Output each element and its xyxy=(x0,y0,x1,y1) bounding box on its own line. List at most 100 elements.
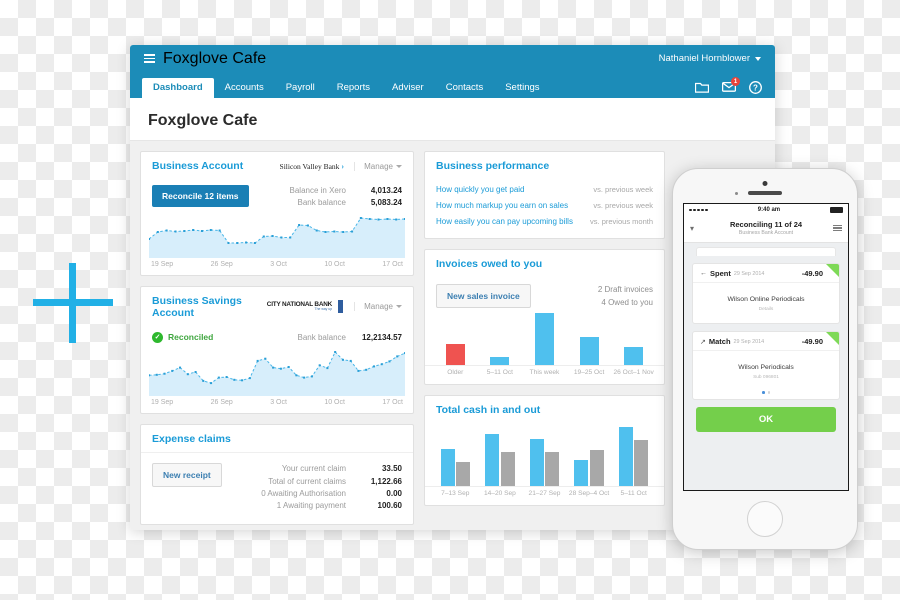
invoices-bar-chart xyxy=(425,310,664,366)
claim-value: 0.00 xyxy=(386,488,402,498)
tab-accounts[interactable]: Accounts xyxy=(214,78,275,99)
app-header: Foxglove Cafe Nathaniel Hornblower Dashb… xyxy=(130,45,775,98)
list-menu-icon[interactable] xyxy=(828,224,842,232)
new-receipt-button[interactable]: New receipt xyxy=(152,463,222,488)
balance-value: 5,083.24 xyxy=(370,198,402,208)
envelope-icon[interactable]: 1 xyxy=(722,77,740,94)
transaction-card-match[interactable]: ↗ Match 29 Sep 2014 -49.90 Wilson Period… xyxy=(692,331,840,400)
bank-logo-mark xyxy=(337,300,345,314)
ok-button[interactable]: OK xyxy=(696,406,836,432)
sensor-icon xyxy=(735,192,738,195)
folder-icon[interactable] xyxy=(695,81,709,94)
performance-comparison: vs. previous week xyxy=(593,184,653,194)
transaction-reference: Sub 096801 xyxy=(753,375,779,380)
transaction-payee: Wilson Periodicals xyxy=(738,364,794,371)
reconcile-cards: ← Spent 29 Sep 2014 -49.90 Wilson Online… xyxy=(684,243,848,436)
performance-comparison: vs. previous month xyxy=(590,216,653,226)
user-name: Nathaniel Hornblower xyxy=(658,53,750,64)
card-business-account: Business Account Silicon Valley Bank › M… xyxy=(140,151,414,276)
balance-label: Bank balance xyxy=(297,198,346,208)
claim-value: 33.50 xyxy=(381,464,402,474)
page-header: Foxglove Cafe xyxy=(130,98,775,141)
matched-corner-icon xyxy=(826,264,839,277)
claim-label: 0 Awaiting Authorisation xyxy=(261,488,346,498)
claim-label: 1 Awaiting payment xyxy=(276,501,346,511)
matched-corner-icon xyxy=(826,332,839,345)
business-balances: Balance in Xero 4,013.24 Bank balance 5,… xyxy=(290,185,402,210)
business-performance-title: Business performance xyxy=(436,160,550,172)
tab-settings[interactable]: Settings xyxy=(494,78,550,99)
bar-group xyxy=(567,310,612,365)
chart-bar xyxy=(529,438,544,486)
chevron-right-icon: › xyxy=(341,161,345,171)
chevron-down-icon xyxy=(396,164,402,168)
user-menu[interactable]: Nathaniel Hornblower xyxy=(659,53,761,64)
balance-value: 4,013.24 xyxy=(370,186,402,195)
performance-row[interactable]: How much markup you earn on sales vs. pr… xyxy=(436,197,653,213)
chart-bar xyxy=(545,452,560,486)
iphone-device: 9:40 am ▾ Reconciling 11 of 24 Business … xyxy=(672,168,858,550)
bar-group xyxy=(611,310,656,365)
bank-logo-city-national[interactable]: CITY NATIONAL BANK The way up xyxy=(267,300,345,314)
previous-card-peek xyxy=(696,247,836,256)
transaction-details-link[interactable]: Details xyxy=(699,307,833,312)
manage-dropdown-savings[interactable]: Manage xyxy=(354,302,402,312)
performance-link[interactable]: How much markup you earn on sales xyxy=(436,201,568,210)
invoices-chart-axis: Older 5–11 Oct This week 19–25 Oct 26 Oct–1 … xyxy=(425,366,664,384)
chevron-down-icon xyxy=(396,305,402,309)
org-name[interactable]: Foxglove Cafe xyxy=(163,50,266,68)
menu-icon[interactable] xyxy=(144,54,155,63)
business-account-sparkline xyxy=(141,210,413,258)
tab-payroll[interactable]: Payroll xyxy=(275,78,326,99)
business-account-title: Business Account xyxy=(152,160,244,172)
axis-tick-label: 14–20 Sep xyxy=(483,489,516,497)
card-cash-in-out: Total cash in and out 7–13 Sep 14–20 Sep 2… xyxy=(424,394,665,506)
owed-invoices-count: 4 Owed to you xyxy=(601,297,653,307)
balance-label: Bank balance xyxy=(297,332,346,342)
chart-bar xyxy=(490,357,510,365)
phone-nav-bar: ▾ Reconciling 11 of 24 Business Bank Acc… xyxy=(684,216,848,243)
pagination-dots[interactable] xyxy=(693,391,839,399)
manage-dropdown-business[interactable]: Manage xyxy=(354,161,402,171)
cash-in-out-title: Total cash in and out xyxy=(436,403,541,416)
chevron-down-icon[interactable]: ▾ xyxy=(690,224,704,233)
new-sales-invoice-button[interactable]: New sales invoice xyxy=(436,284,531,308)
tab-adviser[interactable]: Adviser xyxy=(381,78,435,99)
cash-chart-axis: 7–13 Sep 14–20 Sep 21–27 Sep 28 Sep–4 Oct 5–… xyxy=(425,487,664,505)
chart-bar xyxy=(574,460,589,486)
axis-tick-label: This week xyxy=(529,368,560,376)
performance-row[interactable]: How easily you can pay upcoming bills vs… xyxy=(436,213,653,229)
home-button[interactable] xyxy=(747,501,783,537)
tab-reports[interactable]: Reports xyxy=(326,78,381,99)
help-icon[interactable]: ? xyxy=(749,81,763,94)
chart-bar xyxy=(456,462,471,486)
bank-logo-silicon-valley[interactable]: Silicon Valley Bank › xyxy=(280,162,345,171)
invoices-owed-title: Invoices owed to you xyxy=(436,258,543,270)
chart-bar xyxy=(500,452,515,486)
performance-row[interactable]: How quickly you get paid vs. previous we… xyxy=(436,181,653,197)
bar-group xyxy=(433,310,478,365)
expense-claims-title: Expense claims xyxy=(152,433,231,446)
savings-account-title: Business Savings Account xyxy=(152,294,242,319)
reconcile-account-subtitle: Business Bank Account xyxy=(738,230,794,236)
camera-icon xyxy=(762,181,768,186)
transaction-card-spent[interactable]: ← Spent 29 Sep 2014 -49.90 Wilson Online… xyxy=(692,263,840,324)
bar-group xyxy=(567,423,612,486)
performance-comparison: vs. previous week xyxy=(593,200,653,210)
claim-label: Your current claim xyxy=(281,464,346,474)
performance-link[interactable]: How quickly you get paid xyxy=(436,185,525,194)
transaction-date: 29 Sep 2014 xyxy=(733,338,765,345)
battery-icon xyxy=(830,207,843,213)
tab-dashboard[interactable]: Dashboard xyxy=(142,77,214,98)
check-icon: ✓ xyxy=(152,331,163,343)
card-savings-account: Business Savings Account CITY NATIONAL B… xyxy=(140,285,414,415)
balance-label: Balance in Xero xyxy=(289,186,346,195)
axis-tick-label: 5–11 Oct xyxy=(620,489,647,497)
page-title: Foxglove Cafe xyxy=(148,112,258,129)
performance-link[interactable]: How easily you can pay upcoming bills xyxy=(436,217,573,226)
chart-bar xyxy=(624,347,644,365)
tab-contacts[interactable]: Contacts xyxy=(435,78,495,99)
draft-invoices-count: 2 Draft invoices xyxy=(597,285,653,294)
reconcile-button[interactable]: Reconcile 12 items xyxy=(152,185,249,207)
savings-account-axis: 19 Sep 26 Sep 3 Oct 10 Oct 17 Oct xyxy=(151,399,403,407)
